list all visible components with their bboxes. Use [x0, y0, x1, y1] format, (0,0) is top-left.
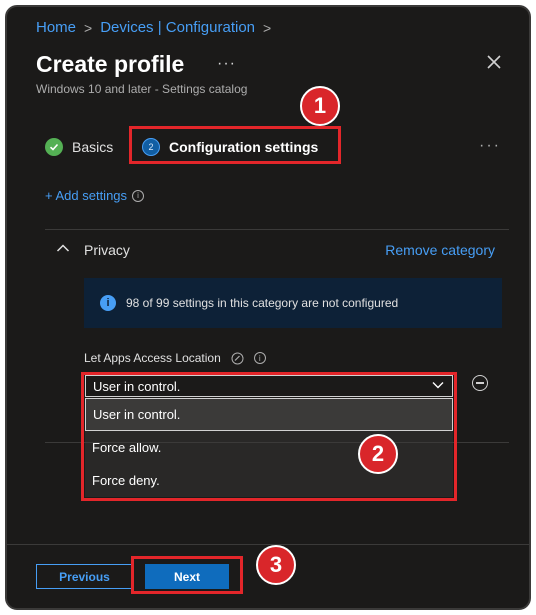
checkmark-icon — [45, 138, 63, 156]
footer-divider — [7, 544, 529, 545]
divider — [45, 229, 509, 230]
callout-badge-1: 1 — [300, 86, 340, 126]
step-basics[interactable]: Basics — [45, 138, 113, 156]
remove-category-link[interactable]: Remove category — [385, 242, 495, 258]
setting-label-text: Let Apps Access Location — [84, 351, 221, 365]
info-message-bar: i 98 of 99 settings in this category are… — [84, 278, 502, 328]
previous-button[interactable]: Previous — [36, 564, 133, 589]
add-settings-link[interactable]: + Add settings i — [45, 188, 145, 203]
info-icon: i — [100, 295, 116, 311]
page-title: Create profile — [36, 51, 185, 77]
category-title: Privacy — [84, 242, 130, 258]
breadcrumb: Home > Devices | Configuration > — [36, 19, 271, 36]
add-settings-label: + Add settings — [45, 188, 128, 203]
setting-label: Let Apps Access Location i — [84, 351, 266, 365]
breadcrumb-home[interactable]: Home — [36, 19, 76, 36]
more-options-icon[interactable]: ··· — [479, 137, 501, 155]
callout-highlight-2 — [81, 372, 457, 501]
settings-link-icon[interactable] — [231, 352, 244, 365]
page-subtitle: Windows 10 and later - Settings catalog — [36, 82, 248, 96]
callout-highlight-3 — [131, 556, 243, 594]
more-options-icon[interactable]: ··· — [217, 55, 236, 73]
info-icon[interactable]: i — [132, 189, 145, 202]
callout-highlight-1 — [129, 126, 341, 164]
breadcrumb-separator: > — [263, 19, 272, 36]
create-profile-panel: Home > Devices | Configuration > Create … — [5, 5, 531, 610]
info-message-text: 98 of 99 settings in this category are n… — [126, 296, 399, 310]
breadcrumb-separator: > — [84, 19, 93, 36]
close-icon[interactable] — [485, 53, 503, 71]
callout-badge-3: 3 — [256, 545, 296, 585]
breadcrumb-devices-configuration[interactable]: Devices | Configuration — [100, 19, 255, 36]
remove-setting-icon[interactable] — [472, 375, 488, 391]
callout-badge-2: 2 — [358, 434, 398, 474]
chevron-up-icon[interactable] — [56, 243, 70, 253]
step-basics-label: Basics — [72, 139, 114, 155]
info-icon[interactable]: i — [253, 352, 266, 364]
